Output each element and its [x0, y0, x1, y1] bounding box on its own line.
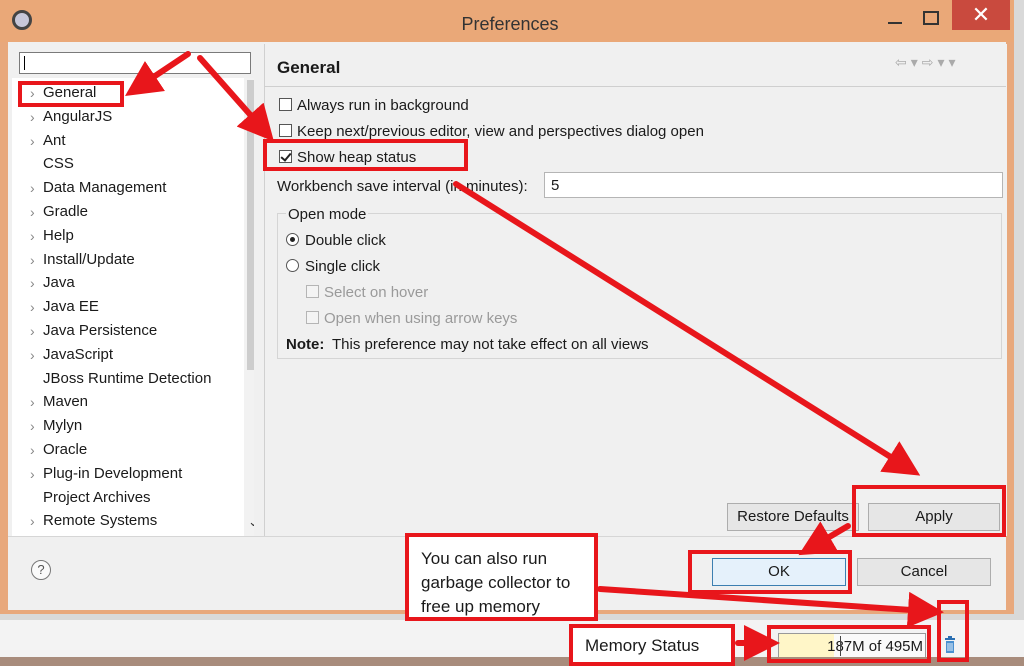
annotation-arrows [125, 51, 944, 661]
